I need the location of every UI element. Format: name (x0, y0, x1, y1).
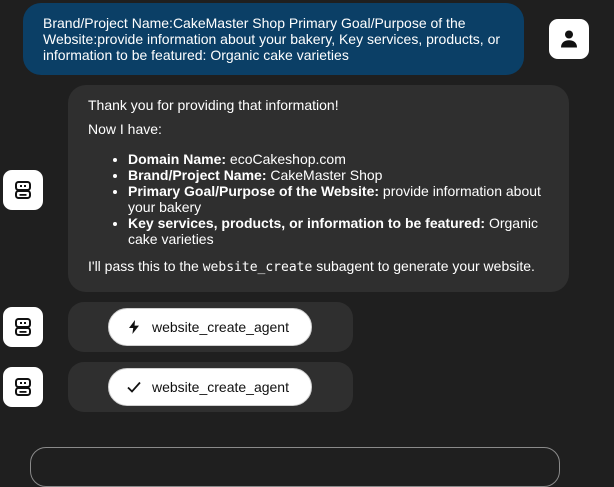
tool-call-row-running: website_create_agent (68, 302, 353, 352)
robot-icon (15, 181, 31, 199)
tool-call-button-completed[interactable]: website_create_agent (108, 368, 312, 406)
robot-icon (15, 378, 31, 396)
assistant-now-i-have-text: Now I have: (88, 121, 162, 137)
assistant-intro-text: Thank you for providing that information… (88, 97, 339, 113)
subagent-code: website_create (202, 260, 313, 275)
list-item-value: ecoCakeshop.com (226, 151, 346, 167)
list-item-label: Key services, products, or information t… (128, 215, 486, 231)
tool-call-row-completed: website_create_agent (68, 362, 353, 412)
collected-info-list: Domain Name: ecoCakeshop.com Brand/Proje… (88, 151, 549, 247)
assistant-avatar (3, 170, 43, 210)
list-item-label: Domain Name: (128, 151, 227, 167)
assistant-avatar (3, 307, 43, 347)
tool-call-label: website_create_agent (152, 379, 289, 395)
assistant-message-bubble: Thank you for providing that information… (68, 85, 569, 292)
checkmark-icon (127, 380, 141, 394)
list-item-label: Brand/Project Name: (128, 167, 267, 183)
assistant-outro-text: I'll pass this to the website_create sub… (88, 258, 535, 275)
chat-input-box[interactable] (30, 447, 560, 487)
tool-call-button-running[interactable]: website_create_agent (108, 308, 312, 346)
assistant-avatar (3, 367, 43, 407)
list-item: Domain Name: ecoCakeshop.com (128, 151, 549, 167)
list-item-value: CakeMaster Shop (266, 167, 383, 183)
user-message-bubble: Brand/Project Name:CakeMaster Shop Prima… (23, 3, 524, 75)
user-message-text: Brand/Project Name:CakeMaster Shop Prima… (43, 15, 501, 63)
user-avatar (549, 19, 589, 59)
robot-icon (15, 318, 31, 336)
list-item-label: Primary Goal/Purpose of the Website: (128, 183, 380, 199)
list-item: Key services, products, or information t… (128, 215, 549, 247)
lightning-icon (127, 320, 141, 334)
list-item: Brand/Project Name: CakeMaster Shop (128, 167, 549, 183)
list-item: Primary Goal/Purpose of the Website: pro… (128, 183, 549, 215)
person-icon (561, 30, 577, 48)
tool-call-label: website_create_agent (152, 319, 289, 335)
